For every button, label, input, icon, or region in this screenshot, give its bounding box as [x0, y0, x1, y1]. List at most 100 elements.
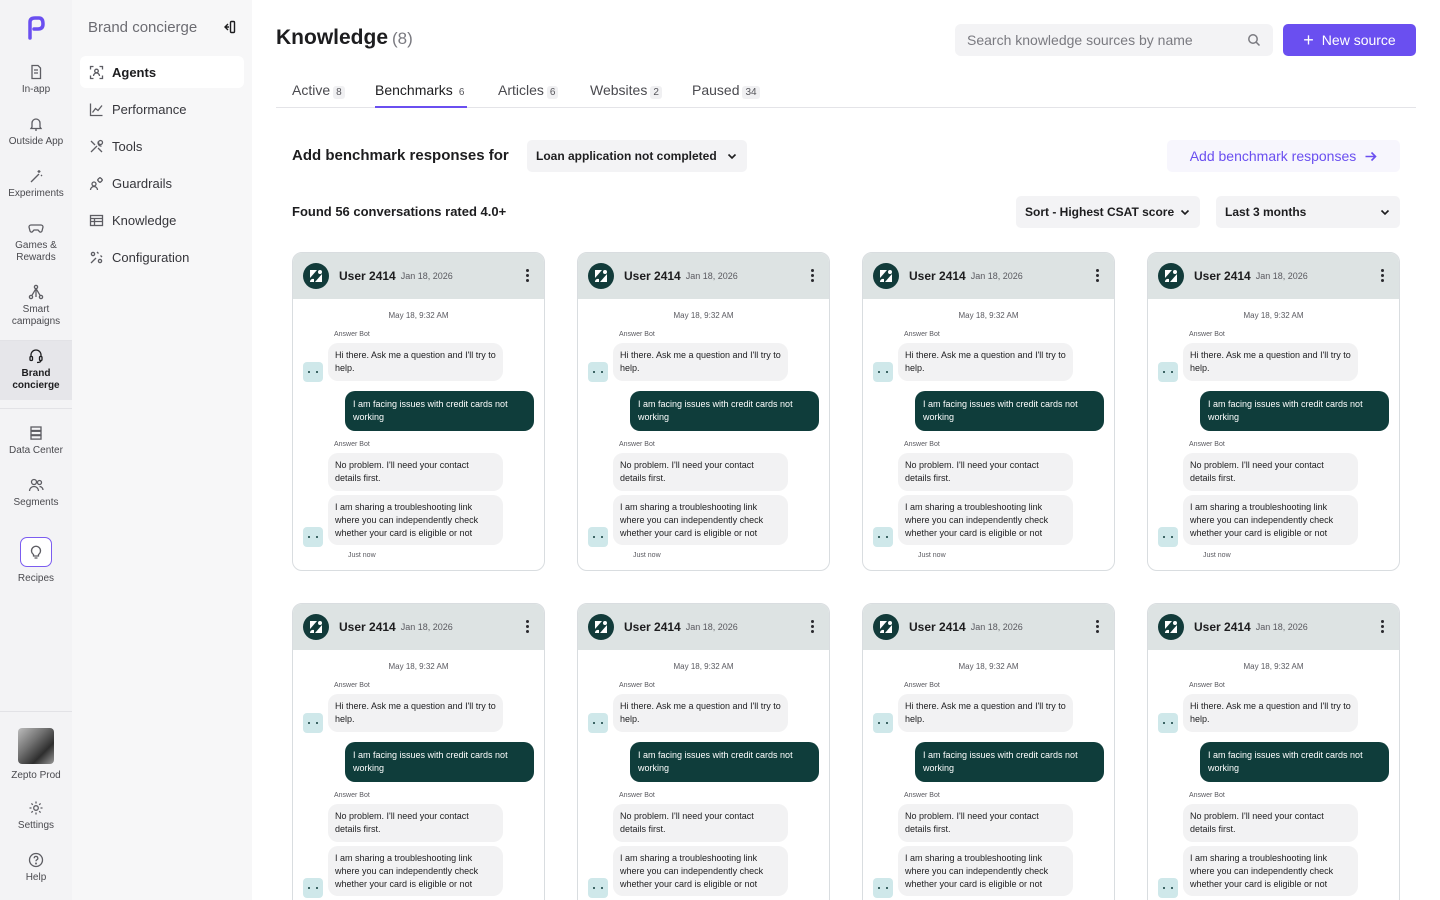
- tab-count-badge: 34: [742, 86, 760, 99]
- conversation-card[interactable]: User 2414 Jan 18, 2026 May 18, 9:32 AM A…: [577, 252, 830, 571]
- more-options-icon[interactable]: [811, 269, 815, 283]
- rail-item-brand-concierge[interactable]: Brand concierge: [0, 341, 72, 400]
- results-count-label: Found 56 conversations rated 4.0+: [292, 204, 507, 219]
- search-box[interactable]: [955, 24, 1273, 56]
- help-label: Help: [25, 872, 47, 883]
- more-options-icon[interactable]: [1381, 620, 1385, 634]
- sidebar-item-agents[interactable]: Agents: [80, 56, 244, 88]
- sidebar-item-knowledge[interactable]: Knowledge: [80, 204, 244, 236]
- card-date: Jan 18, 2026: [400, 271, 453, 281]
- bot-sender-label: Answer Bot: [1189, 331, 1225, 338]
- more-options-icon[interactable]: [1096, 620, 1100, 634]
- rail-item-smart-campaigns[interactable]: Smart campaigns: [0, 284, 72, 328]
- topic-select[interactable]: Loan application not completed: [527, 140, 747, 172]
- more-options-icon[interactable]: [1381, 269, 1385, 283]
- date-range-select[interactable]: Last 3 months: [1216, 196, 1400, 228]
- bot-avatar-icon: [303, 878, 323, 898]
- zendesk-logo-icon: [873, 263, 899, 289]
- rail-item-profile[interactable]: Zepto Prod: [0, 728, 72, 782]
- sidebar-item-guardrails[interactable]: Guardrails: [80, 167, 244, 199]
- sent-time: Just now: [1203, 552, 1231, 559]
- bot-sender-label: Answer Bot: [619, 441, 655, 448]
- tab-count-badge: 2: [650, 86, 662, 99]
- brand-logo-icon[interactable]: [26, 16, 46, 40]
- more-options-icon[interactable]: [1096, 269, 1100, 283]
- bot-message: Hi there. Ask me a question and I'll try…: [613, 694, 788, 732]
- rail-item-in-app[interactable]: In-app: [0, 64, 72, 96]
- tab-count-badge: 8: [333, 86, 345, 99]
- bot-message: No problem. I'll need your contact detai…: [613, 804, 788, 842]
- rail-item-data-center[interactable]: Data Center: [0, 425, 72, 457]
- sidebar-item-label: Performance: [112, 101, 187, 117]
- headset-icon: [29, 349, 43, 364]
- rail-item-recipes[interactable]: Recipes: [0, 537, 72, 585]
- user-message: I am facing issues with credit cards not…: [630, 742, 819, 782]
- tab-active[interactable]: Active 8: [292, 82, 345, 108]
- rail-item-experiments[interactable]: Experiments: [0, 168, 72, 200]
- collapse-sidebar-icon[interactable]: [222, 20, 236, 34]
- message-timestamp: May 18, 9:32 AM: [958, 311, 1019, 320]
- bot-avatar-icon: [303, 713, 323, 733]
- bot-message: No problem. I'll need your contact detai…: [1183, 804, 1358, 842]
- tab-websites[interactable]: Websites 2: [590, 82, 662, 108]
- user-message: I am facing issues with credit cards not…: [345, 742, 534, 782]
- conversation-card[interactable]: User 2414 Jan 18, 2026 May 18, 9:32 AM A…: [1147, 252, 1400, 571]
- rail-item-outside-app[interactable]: Outside App: [0, 116, 72, 148]
- sidebar-item-configuration[interactable]: Configuration: [80, 241, 244, 273]
- bot-message: I am sharing a troubleshooting link wher…: [328, 846, 503, 896]
- benchmark-for-label: Add benchmark responses for: [292, 147, 509, 164]
- conversation-card[interactable]: User 2414 Jan 18, 2026 May 18, 9:32 AM A…: [292, 603, 545, 900]
- conversation-card[interactable]: User 2414 Jan 18, 2026 May 18, 9:32 AM A…: [577, 603, 830, 900]
- sidebar-title: Brand concierge: [88, 19, 198, 36]
- rail-item-games-rewards[interactable]: Games & Rewards: [0, 220, 72, 264]
- plus-icon: +: [1303, 30, 1314, 50]
- tab-label: Websites: [590, 82, 648, 98]
- network-icon: [28, 284, 44, 300]
- conversation-card[interactable]: User 2414 Jan 18, 2026 May 18, 9:32 AM A…: [862, 252, 1115, 571]
- tab-benchmarks[interactable]: Benchmarks 6: [375, 82, 468, 108]
- sidebar-item-performance[interactable]: Performance: [80, 93, 244, 125]
- tab-articles[interactable]: Articles 6: [498, 82, 559, 108]
- sidebar-item-tools[interactable]: Tools: [80, 130, 244, 162]
- rail-item-label: Experiments: [8, 188, 64, 199]
- search-icon[interactable]: [1247, 33, 1261, 47]
- card-header: User 2414 Jan 18, 2026: [1148, 253, 1399, 299]
- rail-item-segments[interactable]: Segments: [0, 477, 72, 509]
- bot-message: Hi there. Ask me a question and I'll try…: [328, 694, 503, 732]
- add-benchmark-responses-button[interactable]: Add benchmark responses: [1167, 140, 1400, 172]
- tools-icon: [90, 139, 104, 152]
- bot-avatar-icon: [873, 713, 893, 733]
- tab-paused[interactable]: Paused 34: [692, 82, 760, 108]
- rail-item-settings[interactable]: Settings: [0, 800, 72, 832]
- search-input[interactable]: [967, 32, 1247, 48]
- card-date: Jan 18, 2026: [1255, 271, 1308, 281]
- message-timestamp: May 18, 9:32 AM: [388, 311, 449, 320]
- gear-icon: [29, 801, 43, 815]
- sidebar-item-label: Configuration: [112, 249, 190, 265]
- sent-time: Just now: [918, 552, 946, 559]
- more-options-icon[interactable]: [526, 269, 530, 283]
- card-user-name: User 2414: [339, 620, 396, 634]
- conversation-card[interactable]: User 2414 Jan 18, 2026 May 18, 9:32 AM A…: [862, 603, 1115, 900]
- conversation-card[interactable]: User 2414 Jan 18, 2026 May 18, 9:32 AM A…: [1147, 603, 1400, 900]
- guardrails-icon: [89, 176, 103, 190]
- zendesk-mark-icon: [309, 621, 322, 633]
- bot-sender-label: Answer Bot: [1189, 441, 1225, 448]
- more-options-icon[interactable]: [811, 620, 815, 634]
- conversation-thread: May 18, 9:32 AM Answer Bot Hi there. Ask…: [293, 299, 544, 570]
- conversation-card[interactable]: User 2414 Jan 18, 2026 May 18, 9:32 AM A…: [292, 252, 545, 571]
- card-user-name: User 2414: [909, 620, 966, 634]
- zendesk-logo-icon: [1158, 263, 1184, 289]
- wand-icon: [30, 170, 43, 183]
- bot-avatar-icon: [1158, 713, 1178, 733]
- rail-item-help[interactable]: Help: [0, 852, 72, 884]
- card-date: Jan 18, 2026: [685, 622, 738, 632]
- bot-message: I am sharing a troubleshooting link wher…: [898, 495, 1073, 545]
- card-user-name: User 2414: [624, 269, 681, 283]
- user-message: I am facing issues with credit cards not…: [915, 742, 1104, 782]
- sort-select[interactable]: Sort - Highest CSAT score: [1016, 196, 1200, 228]
- zendesk-logo-icon: [588, 614, 614, 640]
- more-options-icon[interactable]: [526, 620, 530, 634]
- new-source-button[interactable]: + New source: [1283, 24, 1416, 56]
- bot-message: I am sharing a troubleshooting link wher…: [898, 846, 1073, 896]
